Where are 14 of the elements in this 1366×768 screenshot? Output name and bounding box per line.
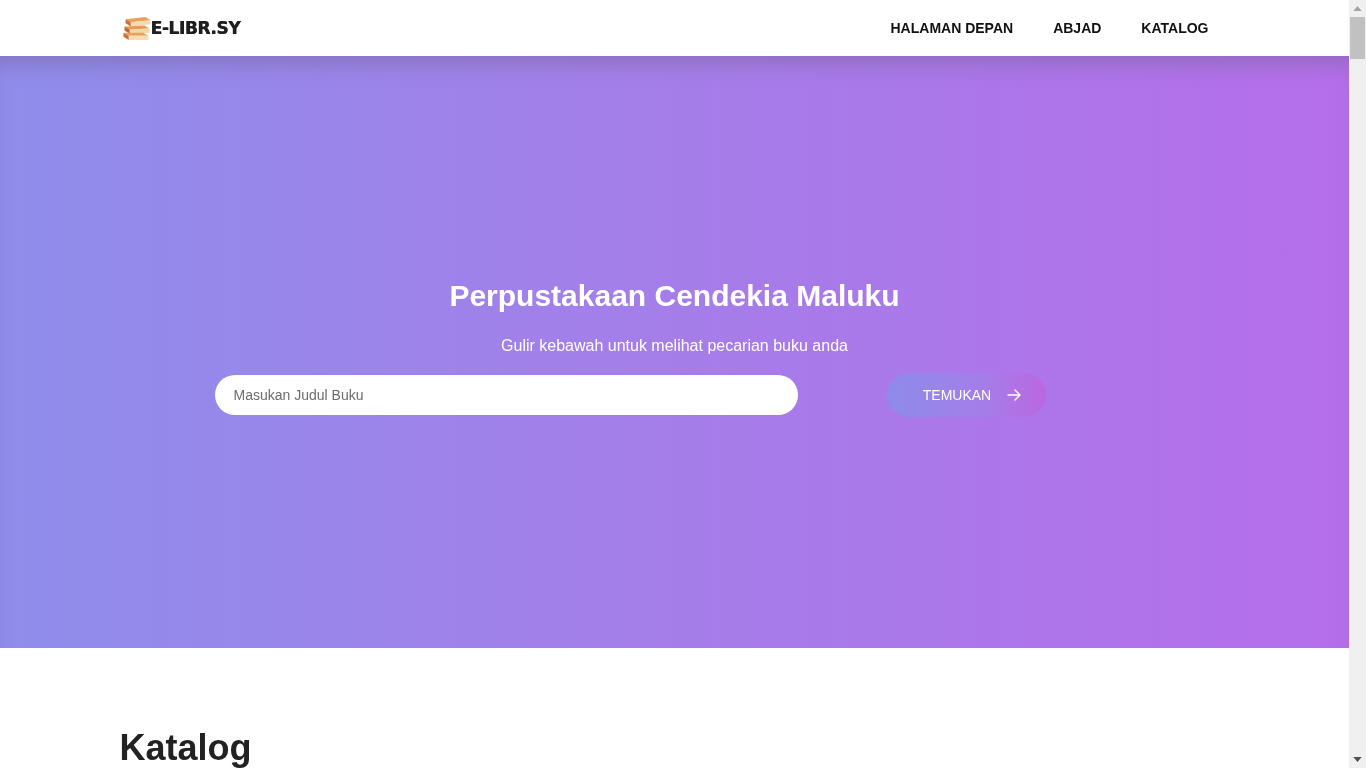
hero-title: Perpustakaan Cendekia Maluku bbox=[449, 278, 900, 314]
scroll-down-icon[interactable] bbox=[1353, 757, 1362, 762]
nav-link[interactable]: KATALOG bbox=[1141, 20, 1209, 36]
scroll-up-icon[interactable] bbox=[1353, 6, 1362, 11]
search-field[interactable]: Masukan Judul Buku bbox=[214, 375, 798, 415]
nav-link[interactable]: HALAMAN DEPAN bbox=[890, 20, 1014, 36]
section-heading: Katalog bbox=[119, 728, 252, 768]
scrollbar-thumb[interactable] bbox=[1350, 17, 1365, 59]
arrow-right-icon bbox=[1007, 389, 1022, 401]
scrollbar[interactable] bbox=[1349, 0, 1366, 768]
logo-link[interactable]: E-LIBR.SY bbox=[121, 16, 241, 40]
hero-subtitle: Gulir kebawah untuk melihat pecarian buku anda bbox=[501, 336, 848, 356]
books-icon bbox=[121, 16, 151, 40]
nav-link[interactable]: ABJAD bbox=[1053, 20, 1102, 36]
